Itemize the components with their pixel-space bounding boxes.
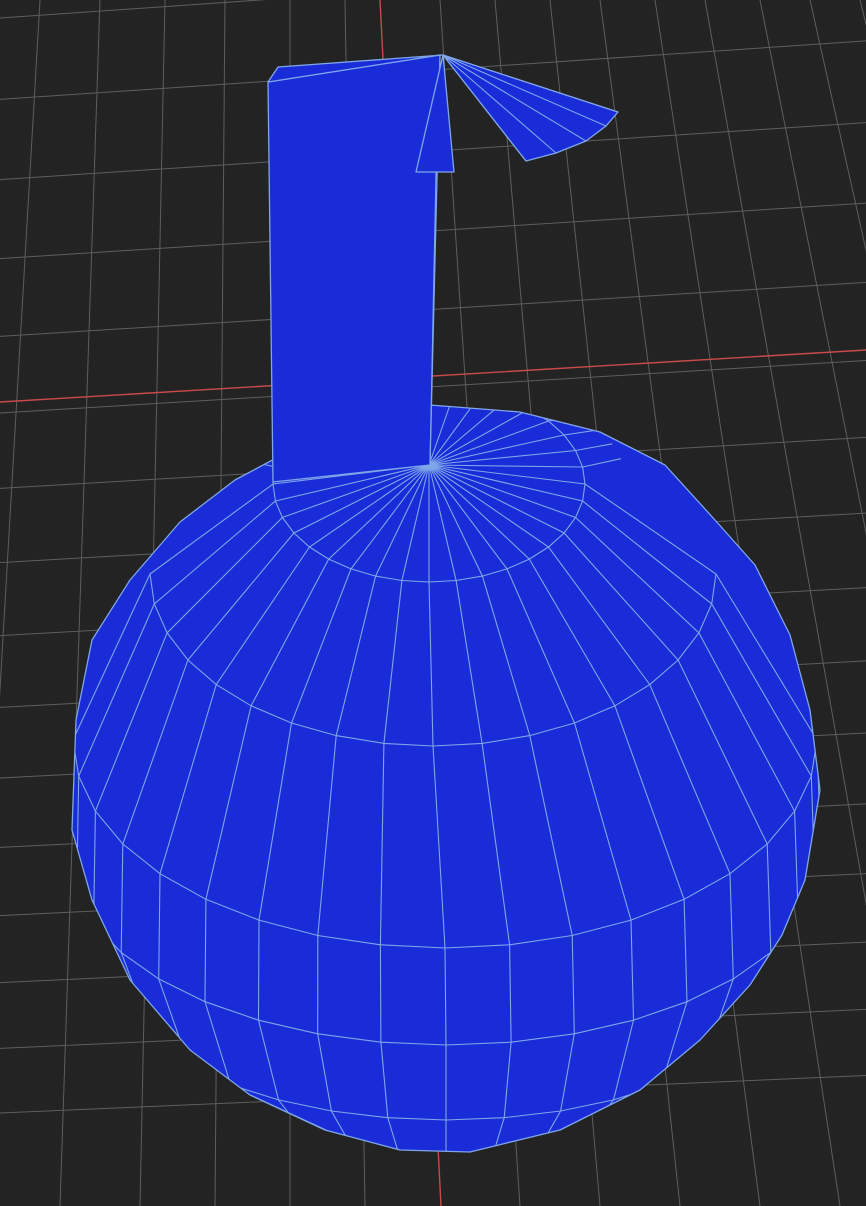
grid-line bbox=[859, 0, 866, 27]
grid-line bbox=[59, 0, 101, 1206]
mesh-object[interactable] bbox=[71, 54, 821, 1168]
grid-line bbox=[0, 0, 41, 698]
viewport-canvas[interactable] bbox=[0, 0, 866, 1206]
grid-line bbox=[0, 0, 268, 19]
sphere-body[interactable] bbox=[71, 386, 821, 1168]
grid-line bbox=[809, 0, 866, 253]
fan-leaf[interactable] bbox=[442, 54, 619, 162]
3d-viewport[interactable] bbox=[0, 0, 866, 1206]
stem-front-face bbox=[267, 54, 441, 483]
rectangular-stem[interactable] bbox=[267, 54, 455, 483]
